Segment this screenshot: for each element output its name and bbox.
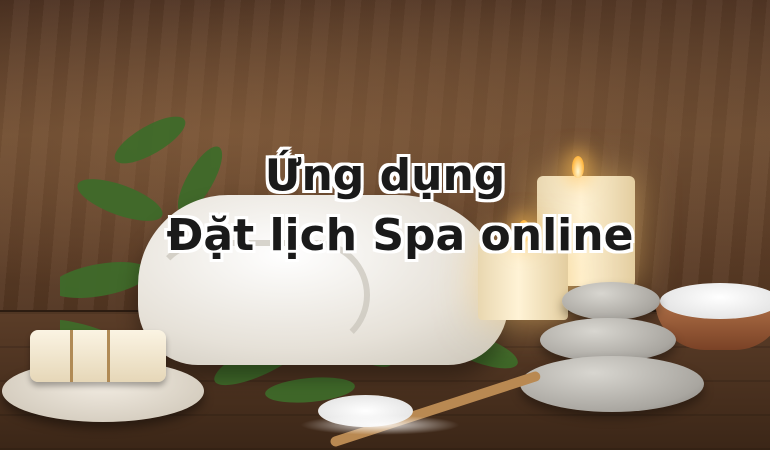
bath-salt (660, 283, 770, 319)
stone-bottom (520, 356, 704, 412)
soap-twine (70, 330, 110, 382)
headline-line1: Ứng dụng (264, 150, 506, 201)
spa-banner: Ứng dụng Đặt lịch Spa online (0, 0, 770, 450)
stone-top (562, 282, 660, 320)
scattered-salt (300, 415, 460, 435)
headline-line2: Đặt lịch Spa online (166, 210, 634, 261)
headline: Ứng dụng Đặt lịch Spa online (0, 148, 770, 268)
